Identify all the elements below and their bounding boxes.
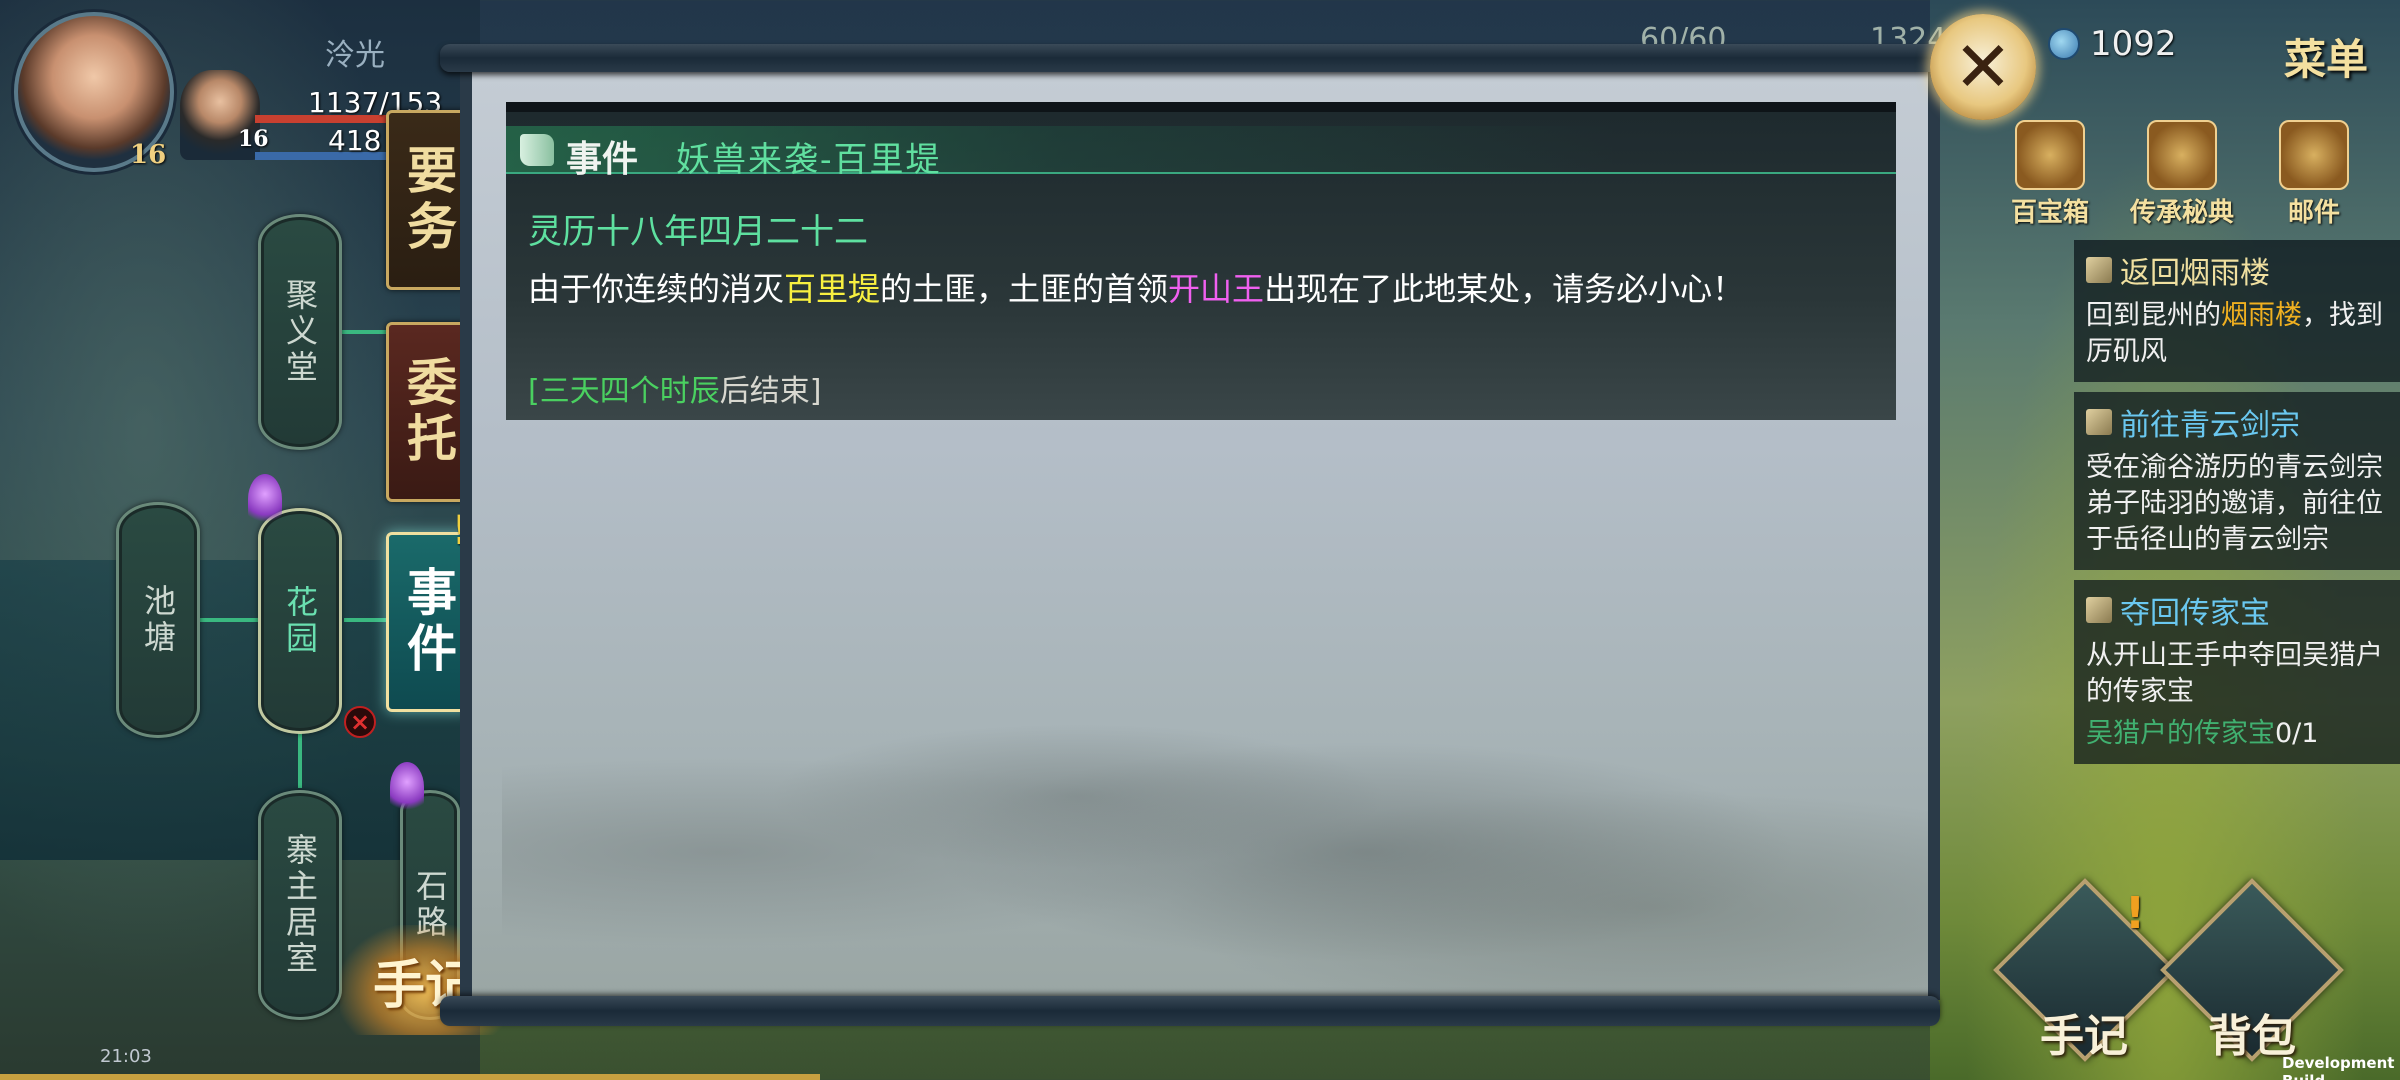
quest-tracker: 返回烟雨楼 回到昆州的烟雨楼，找到厉矶风 前往青云剑宗 受在渝谷游历的青云剑宗弟… — [2074, 240, 2400, 774]
side-quest-icon — [2086, 597, 2112, 623]
quest-item[interactable]: 前往青云剑宗 受在渝谷游历的青云剑宗弟子陆羽的邀请，前往位于岳径山的青云剑宗 — [2074, 392, 2400, 570]
quest-title: 夺回传家宝 — [2120, 596, 2270, 631]
map-link — [198, 618, 262, 622]
close-button[interactable]: ✕ — [1930, 14, 2036, 120]
event-description: 由于你连续的消灭百里堤的土匪，土匪的首领开山王出现在了此地某处，请务必小心！ — [528, 270, 1745, 308]
map-node-chitang[interactable]: 池塘 — [116, 502, 200, 738]
tab-yaowu[interactable]: 要务 — [386, 110, 470, 290]
quest-title: 前往青云剑宗 — [2120, 408, 2300, 443]
status-time: 21:03 — [100, 1046, 152, 1067]
jade-value: 1092 — [2090, 24, 2177, 64]
main-quest-icon — [2086, 257, 2112, 283]
quest-title: 返回烟雨楼 — [2120, 256, 2270, 291]
menu-button[interactable]: 菜单 — [2284, 26, 2368, 87]
quest-body: 受在渝谷游历的青云剑宗弟子陆羽的邀请，前往位于岳径山的青云剑宗 — [2086, 452, 2383, 555]
event-timer: [三天四个时辰后结束] — [528, 374, 822, 409]
treasure-chest-icon — [2015, 120, 2085, 190]
scroll-top-rod — [440, 44, 1940, 72]
map-link — [298, 728, 302, 788]
map-node-juyitang[interactable]: 聚义堂 — [258, 214, 342, 450]
quest-marker-icon — [248, 474, 282, 524]
close-icon: ✕ — [1953, 26, 2013, 108]
quest-marker-icon — [390, 762, 424, 812]
journal-alert-icon: ! — [2125, 888, 2146, 939]
mail-button[interactable]: 邮件 — [2259, 120, 2369, 229]
mail-label: 邮件 — [2287, 198, 2340, 228]
player-name: 泠光 — [325, 38, 385, 73]
quest-body: 从开山王手中夺回吴猎户的传家宝 — [2086, 640, 2383, 707]
companion-level: 16 — [238, 126, 269, 152]
blocked-icon: × — [344, 706, 376, 738]
heritage-book-label: 传承秘典 — [2129, 198, 2234, 228]
event-boss: 开山王 — [1168, 270, 1265, 308]
player-level: 16 — [130, 140, 167, 170]
heritage-book-button[interactable]: 传承秘典 — [2127, 120, 2237, 229]
scroll-icon — [520, 134, 554, 166]
side-quest-icon — [2086, 409, 2112, 435]
map-node-huayuan[interactable]: 花园 — [258, 508, 342, 734]
treasure-chest-button[interactable]: 百宝箱 — [1995, 120, 2105, 229]
map-node-zhaizhujushi[interactable]: 寨主居室 — [258, 790, 342, 1020]
foggy-landscape — [502, 630, 1928, 1000]
event-date: 灵历十八年四月二十二 — [528, 212, 868, 252]
jade-icon — [2048, 28, 2080, 60]
tab-shijian[interactable]: 事件 — [386, 532, 470, 712]
event-title: 妖兽来袭-百里堤 — [676, 140, 942, 180]
top-icon-bar: 百宝箱 传承秘典 邮件 — [1995, 120, 2369, 229]
mp-value: 418 — [328, 124, 382, 157]
event-category: 事件 — [566, 138, 639, 180]
event-header: 事件 妖兽来袭-百里堤 — [506, 126, 1896, 180]
progress-line — [0, 1074, 820, 1080]
quest-progress: 吴猎户的传家宝0/1 — [2086, 718, 2319, 749]
event-place: 百里堤 — [784, 270, 881, 308]
treasure-chest-label: 百宝箱 — [2010, 198, 2089, 228]
event-card: 事件 妖兽来袭-百里堤 灵历十八年四月二十二 由于你连续的消灭百里堤的土匪，土匪… — [506, 102, 1896, 420]
scroll-bottom-rod — [440, 996, 1940, 1026]
quest-item[interactable]: 夺回传家宝 从开山王手中夺回吴猎户的传家宝 吴猎户的传家宝0/1 — [2074, 580, 2400, 764]
quest-item[interactable]: 返回烟雨楼 回到昆州的烟雨楼，找到厉矶风 — [2074, 240, 2400, 382]
mail-icon — [2279, 120, 2349, 190]
journal-button[interactable]: 手记 — [2040, 1000, 2128, 1064]
book-icon — [2147, 120, 2217, 190]
tab-weituo[interactable]: 委托 — [386, 322, 470, 502]
quest-body: 回到昆州的烟雨楼，找到厉矶风 — [2086, 300, 2383, 367]
dev-build-label: Development Build — [2282, 1054, 2395, 1080]
